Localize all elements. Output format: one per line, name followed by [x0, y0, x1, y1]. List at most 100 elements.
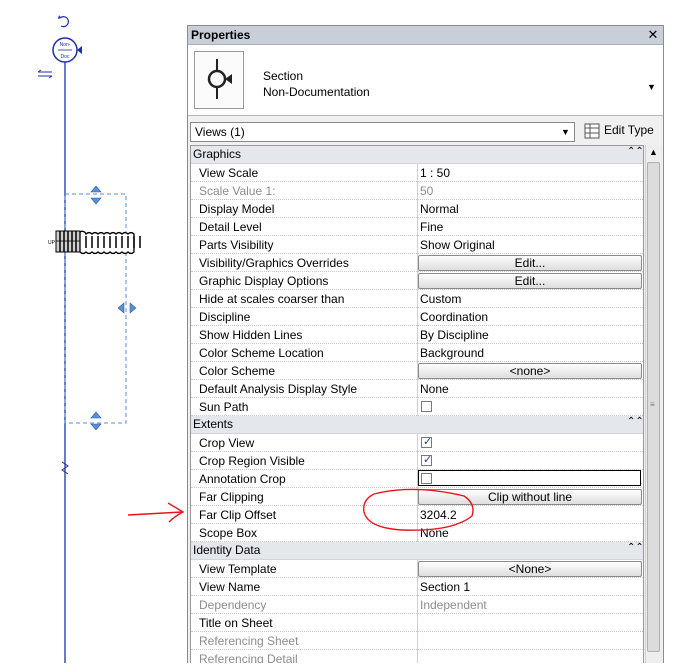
property-row[interactable]: Color Scheme Location Background	[191, 344, 643, 362]
column-divider	[417, 308, 418, 326]
property-value[interactable]: Fine	[420, 220, 443, 234]
scroll-thumb[interactable]: ≡	[647, 162, 660, 652]
property-value[interactable]: Background	[420, 346, 484, 360]
section-head-symbol[interactable]: Non- Doc	[52, 37, 82, 63]
property-row[interactable]: View Name Section 1	[191, 578, 643, 596]
property-checkbox[interactable]	[421, 453, 432, 466]
column-divider	[417, 578, 418, 596]
property-name: View Name	[199, 580, 261, 594]
column-divider	[417, 596, 418, 614]
property-value-button[interactable]: Edit...	[418, 255, 642, 271]
stair-element-elevation[interactable]: UP	[48, 230, 141, 255]
column-divider	[417, 398, 418, 416]
property-row[interactable]: Default Analysis Display Style None	[191, 380, 643, 398]
column-divider	[417, 434, 418, 452]
property-row[interactable]: Referencing Detail	[191, 650, 643, 663]
property-value-button[interactable]: <None>	[418, 561, 642, 577]
property-row[interactable]: Crop Region Visible	[191, 452, 643, 470]
column-divider	[417, 614, 418, 632]
property-name: View Template	[199, 562, 277, 576]
svg-text:Non-: Non-	[60, 42, 71, 48]
property-name: Scope Box	[199, 526, 258, 540]
group-header-identity-data[interactable]: Identity Data ⌃⌃	[191, 542, 643, 560]
type-selector[interactable]: Section Non-Documentation ▼	[188, 45, 663, 116]
property-row[interactable]: View Scale 1 : 50	[191, 164, 643, 182]
property-row[interactable]: Title on Sheet	[191, 614, 643, 632]
crop-drag-handles	[90, 185, 137, 431]
flip-section-icon[interactable]	[37, 69, 53, 79]
type-dropdown-icon[interactable]: ▼	[647, 82, 656, 92]
focused-cell[interactable]	[418, 470, 641, 486]
column-divider	[417, 218, 418, 236]
collapse-icon[interactable]: ⌃⌃	[627, 542, 643, 553]
property-name: Referencing Sheet	[199, 634, 299, 648]
collapse-icon[interactable]: ⌃⌃	[627, 146, 643, 157]
property-value[interactable]: By Discipline	[420, 328, 489, 342]
vertical-scrollbar[interactable]: ▲ ≡	[645, 145, 662, 663]
type-family-name: Section	[263, 69, 304, 83]
properties-title-bar[interactable]: Properties ✕	[188, 26, 663, 45]
property-row[interactable]: Hide at scales coarser than Custom	[191, 290, 643, 308]
edit-type-icon	[584, 123, 600, 139]
property-name: Hide at scales coarser than	[199, 292, 345, 306]
scroll-up-icon[interactable]: ▲	[649, 147, 658, 157]
column-divider	[417, 650, 418, 663]
collapse-icon[interactable]: ⌃⌃	[627, 416, 643, 427]
property-row[interactable]: Graphic Display Options Edit...	[191, 272, 643, 290]
close-icon[interactable]: ✕	[646, 27, 660, 42]
property-name: Discipline	[199, 310, 251, 324]
property-checkbox[interactable]	[421, 401, 432, 412]
property-name: Show Hidden Lines	[199, 328, 303, 342]
segment-break-icon	[61, 461, 69, 475]
property-value[interactable]: Coordination	[420, 310, 488, 324]
property-checkbox[interactable]	[421, 435, 432, 448]
group-header-graphics[interactable]: Graphics ⌃⌃	[191, 146, 643, 164]
property-row[interactable]: Parts Visibility Show Original	[191, 236, 643, 254]
cycle-section-head-icon[interactable]	[58, 15, 69, 28]
property-value[interactable]: None	[420, 382, 449, 396]
property-name: Color Scheme Location	[199, 346, 324, 360]
property-row[interactable]: Referencing Sheet	[191, 632, 643, 650]
property-value[interactable]: Section 1	[420, 580, 470, 594]
crop-region-boundary	[64, 193, 127, 424]
property-row[interactable]: Dependency Independent	[191, 596, 643, 614]
red-annotation-arrow	[127, 502, 185, 523]
property-value[interactable]: Custom	[420, 292, 461, 306]
drawing-canvas[interactable]: Non- Doc UP	[0, 0, 186, 663]
property-value: 50	[420, 184, 434, 198]
property-row[interactable]: Display Model Normal	[191, 200, 643, 218]
property-value[interactable]: Normal	[420, 202, 459, 216]
group-label: Graphics	[193, 147, 242, 161]
property-value[interactable]: Show Original	[420, 238, 495, 252]
property-row[interactable]: Color Scheme <none>	[191, 362, 643, 380]
property-row[interactable]: Crop View	[191, 434, 643, 452]
property-row[interactable]: Visibility/Graphics Overrides Edit...	[191, 254, 643, 272]
svg-text:UP: UP	[48, 240, 56, 246]
property-name: Display Model	[199, 202, 275, 216]
property-row[interactable]: Detail Level Fine	[191, 218, 643, 236]
group-label: Identity Data	[193, 543, 261, 557]
property-name: Scale Value 1:	[199, 184, 276, 198]
property-row[interactable]: Scale Value 1: 50	[191, 182, 643, 200]
property-value-button[interactable]: <none>	[418, 363, 642, 379]
column-divider	[417, 452, 418, 470]
column-divider	[417, 326, 418, 344]
property-row[interactable]: Sun Path	[191, 398, 643, 416]
group-label: Extents	[193, 417, 234, 431]
property-value: Independent	[420, 598, 487, 612]
column-divider	[417, 164, 418, 182]
group-header-extents[interactable]: Extents ⌃⌃	[191, 416, 643, 434]
instance-filter-label: Views (1)	[195, 125, 245, 139]
property-name: Graphic Display Options	[199, 274, 329, 288]
column-divider	[417, 182, 418, 200]
property-value[interactable]: 1 : 50	[420, 166, 450, 180]
column-divider	[417, 290, 418, 308]
property-row[interactable]: View Template <None>	[191, 560, 643, 578]
property-row[interactable]: Discipline Coordination	[191, 308, 643, 326]
property-row[interactable]: Show Hidden Lines By Discipline	[191, 326, 643, 344]
column-divider	[417, 632, 418, 650]
instance-filter-dropdown[interactable]: Views (1) ▼	[190, 122, 575, 142]
property-value-button[interactable]: Edit...	[418, 273, 642, 289]
edit-type-button[interactable]: Edit Type	[582, 121, 663, 143]
property-name: Referencing Detail	[199, 652, 298, 663]
